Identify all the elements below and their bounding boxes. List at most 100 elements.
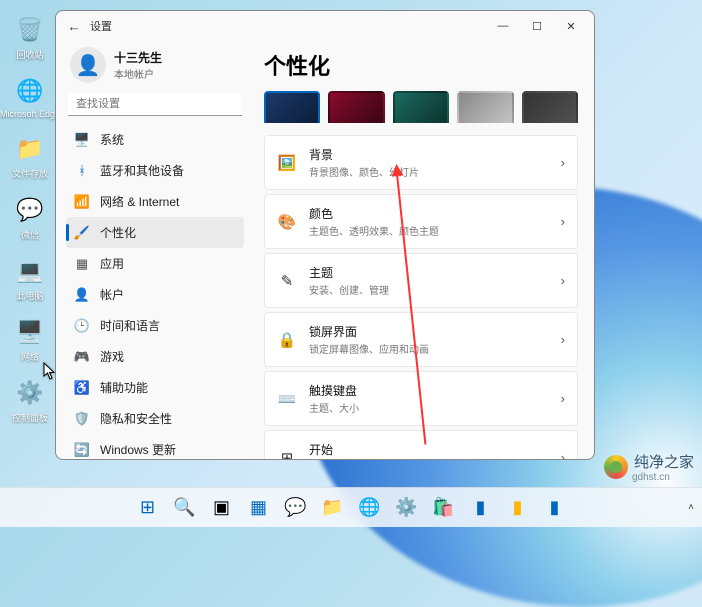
desktop-icon-this-pc[interactable]: 💻 此电脑	[6, 255, 54, 302]
close-button[interactable]: ✕	[554, 16, 588, 37]
chevron-right-icon: ›	[561, 332, 565, 347]
sidebar-item-personalization[interactable]: 🖌️ 个性化	[66, 217, 244, 248]
card-title: 触摸键盘	[309, 382, 549, 399]
colors-icon: 🎨	[277, 212, 297, 232]
theme-thumb[interactable]	[522, 91, 578, 123]
desktop-icon-label: 控制面板	[12, 411, 48, 424]
desktop-icon-recycle-bin[interactable]: 🗑️回收站	[6, 14, 54, 61]
taskbar-start[interactable]: ⊞	[133, 493, 163, 523]
sidebar-item-network[interactable]: 📶 网络 & Internet	[66, 186, 244, 217]
sidebar-item-gaming[interactable]: 🎮游戏	[66, 341, 244, 372]
bluetooth-icon: ᚼ	[74, 163, 90, 179]
card-sub: 锁定屏幕图像、应用和动画	[309, 341, 549, 356]
card-lockscreen[interactable]: 🔒锁屏界面锁定屏幕图像、应用和动画›	[264, 312, 578, 367]
taskbar-explorer[interactable]: 📁	[318, 493, 348, 523]
sidebar-item-label: 个性化	[100, 224, 136, 241]
sidebar-item-label: Windows 更新	[100, 441, 176, 458]
sidebar-item-label: 蓝牙和其他设备	[100, 162, 184, 179]
watermark-logo	[604, 455, 628, 479]
taskbar-app2[interactable]: ▮	[503, 493, 533, 523]
sidebar-item-label: 应用	[100, 255, 124, 272]
maximize-button[interactable]: ☐	[520, 16, 554, 37]
sidebar-item-label: 帐户	[100, 286, 124, 303]
desktop-icon-label: 文件存放	[12, 167, 48, 180]
taskbar-app1[interactable]: ▮	[466, 493, 496, 523]
accessibility-icon: ♿	[74, 380, 90, 396]
apps-icon: ▦	[74, 256, 90, 272]
theme-thumb[interactable]	[328, 91, 384, 123]
main-content: 个性化 🖼️背景背景图像、颜色、幻灯片›🎨颜色主题色、透明效果、颜色主题›✎主题…	[250, 41, 594, 459]
chevron-right-icon: ›	[561, 450, 565, 459]
sidebar-item-label: 辅助功能	[100, 379, 148, 396]
personalization-icon: 🖌️	[74, 225, 90, 241]
taskbar-right[interactable]: ˄	[688, 502, 694, 513]
sidebar-item-accessibility[interactable]: ♿ 辅助功能	[66, 372, 244, 403]
sidebar-item-label: 时间和语言	[100, 317, 160, 334]
sidebar-item-accounts[interactable]: 👤帐户	[66, 279, 244, 310]
network-icon: 🖥️	[14, 316, 46, 348]
file-explorer-icon: 📁	[14, 133, 46, 165]
theme-thumb[interactable]	[393, 91, 449, 123]
card-themes[interactable]: ✎主题安装、创建、管理›	[264, 253, 578, 308]
taskbar-app3[interactable]: ▮	[540, 493, 570, 523]
privacy-icon: 🛡️	[74, 411, 90, 427]
titlebar: ← 设置 — ☐ ✕	[56, 11, 594, 41]
profile[interactable]: 👤 十三先生 本地帐户	[66, 41, 244, 93]
minimize-button[interactable]: —	[486, 16, 520, 36]
card-sub: 背景图像、颜色、幻灯片	[309, 164, 549, 179]
this-pc-icon: 💻	[14, 255, 46, 287]
desktop-icon-edge[interactable]: 🌐Microsoft Edge	[6, 75, 54, 119]
taskbar-settings[interactable]: ⚙️	[392, 493, 422, 523]
card-sub: 安装、创建、管理	[309, 282, 549, 297]
background-icon: 🖼️	[277, 153, 297, 173]
sidebar-item-system[interactable]: 🖥️系统	[66, 124, 244, 155]
settings-window: ← 设置 — ☐ ✕ 👤 十三先生 本地帐户 🖥️系统 ᚼ 蓝牙和其他设备 📶 网络 &…	[55, 10, 595, 460]
taskbar-chat[interactable]: 💬	[281, 493, 311, 523]
taskbar-widgets[interactable]: ▦	[244, 493, 274, 523]
taskbar-edge[interactable]: 🌐	[355, 493, 385, 523]
card-title: 开始	[309, 441, 549, 458]
sidebar-item-label: 游戏	[100, 348, 124, 365]
desktop-icon-label: 微信	[21, 228, 39, 241]
desktop-icon-label: 此电脑	[16, 289, 43, 302]
search-input[interactable]	[68, 93, 242, 116]
card-colors[interactable]: 🎨颜色主题色、透明效果、颜色主题›	[264, 194, 578, 249]
app-title: 设置	[90, 18, 112, 34]
chevron-up-icon[interactable]: ˄	[688, 502, 694, 513]
taskbar-store[interactable]: 🛍️	[429, 493, 459, 523]
card-background[interactable]: 🖼️背景背景图像、颜色、幻灯片›	[264, 135, 578, 190]
desktop-icon-control-panel[interactable]: ⚙️ 控制面板	[6, 377, 54, 424]
sidebar: 👤 十三先生 本地帐户 🖥️系统 ᚼ 蓝牙和其他设备 📶 网络 & Internet 🖌️…	[56, 41, 250, 459]
desktop-icon-network[interactable]: 🖥️网络	[6, 316, 54, 363]
profile-sub: 本地帐户	[114, 66, 162, 81]
sidebar-item-update[interactable]: 🔄 Windows 更新	[66, 434, 244, 459]
sidebar-item-bluetooth[interactable]: ᚼ 蓝牙和其他设备	[66, 155, 244, 186]
card-title: 主题	[309, 264, 549, 281]
theme-thumb[interactable]	[457, 91, 513, 123]
theme-thumbs	[264, 91, 578, 123]
desktop-icon-wechat[interactable]: 💬微信	[6, 194, 54, 241]
taskbar-search[interactable]: 🔍	[170, 493, 200, 523]
sidebar-item-apps[interactable]: ▦ 应用	[66, 248, 244, 279]
avatar: 👤	[70, 47, 106, 83]
sidebar-item-time-language[interactable]: 🕒时间和语言	[66, 310, 244, 341]
nav: 🖥️系统 ᚼ 蓝牙和其他设备 📶 网络 & Internet 🖌️ 个性化 ▦ 应用 👤帐户🕒时间…	[66, 124, 244, 459]
page-title: 个性化	[264, 49, 578, 81]
chevron-right-icon: ›	[561, 214, 565, 229]
recycle-bin-icon: 🗑️	[14, 14, 46, 46]
sidebar-item-label: 网络 & Internet	[100, 193, 179, 210]
cards: 🖼️背景背景图像、颜色、幻灯片›🎨颜色主题色、透明效果、颜色主题›✎主题安装、创…	[264, 135, 578, 459]
card-sub: 主题色、透明效果、颜色主题	[309, 223, 549, 238]
taskbar: ⊞🔍▣▦💬📁🌐⚙️🛍️▮▮▮ ˄	[0, 487, 702, 527]
back-button[interactable]: ←	[62, 19, 86, 34]
update-icon: 🔄	[74, 442, 90, 458]
theme-thumb[interactable]	[264, 91, 320, 123]
sidebar-item-label: 系统	[100, 131, 124, 148]
card-start[interactable]: ⊞开始最近使用的应用和项目、文件夹›	[264, 430, 578, 459]
control-panel-icon: ⚙️	[14, 377, 46, 409]
sidebar-item-privacy[interactable]: 🛡️隐私和安全性	[66, 403, 244, 434]
network-icon: 📶	[74, 194, 90, 210]
card-touch-keyboard[interactable]: ⌨️触摸键盘主题、大小›	[264, 371, 578, 426]
taskbar-task-view[interactable]: ▣	[207, 493, 237, 523]
desktop-icon-file-explorer[interactable]: 📁 文件存放	[6, 133, 54, 180]
